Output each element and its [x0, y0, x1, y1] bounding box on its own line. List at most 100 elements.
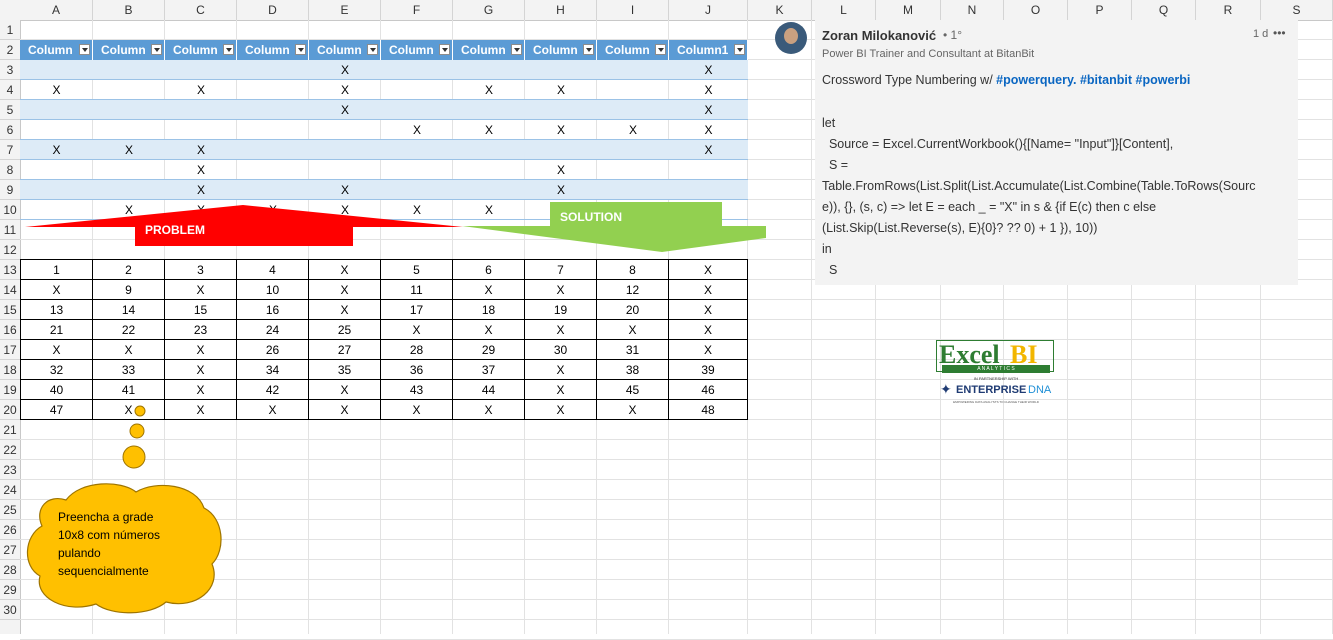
column-header[interactable]: O [1004, 0, 1068, 20]
table-cell[interactable] [93, 80, 165, 100]
solution-cell[interactable]: 37 [453, 360, 525, 380]
solution-cell[interactable]: 26 [237, 340, 309, 360]
solution-cell[interactable]: 32 [20, 360, 93, 380]
filter-dropdown-icon[interactable] [655, 44, 666, 55]
table-cell[interactable] [165, 100, 237, 120]
table-column-header[interactable]: Column [525, 40, 597, 60]
table-column-header[interactable]: Column [237, 40, 309, 60]
row-header[interactable]: 14 [0, 280, 20, 300]
table-cell[interactable]: X [669, 60, 748, 80]
table-cell[interactable] [93, 120, 165, 140]
table-cell[interactable]: X [669, 140, 748, 160]
table-cell[interactable] [525, 140, 597, 160]
table-cell[interactable] [309, 140, 381, 160]
table-cell[interactable] [381, 100, 453, 120]
column-header[interactable]: A [20, 0, 93, 20]
solution-cell[interactable]: X [20, 340, 93, 360]
table-cell[interactable]: X [165, 160, 237, 180]
table-cell[interactable] [309, 160, 381, 180]
row-header[interactable]: 29 [0, 580, 20, 600]
solution-cell[interactable]: X [525, 360, 597, 380]
solution-cell[interactable]: 39 [669, 360, 748, 380]
solution-cell[interactable]: 6 [453, 260, 525, 280]
table-cell[interactable] [237, 140, 309, 160]
table-cell[interactable] [20, 60, 93, 80]
table-cell[interactable]: X [525, 120, 597, 140]
filter-dropdown-icon[interactable] [583, 44, 594, 55]
column-header[interactable]: P [1068, 0, 1132, 20]
solution-cell[interactable]: 13 [20, 300, 93, 320]
solution-cell[interactable]: X [669, 280, 748, 300]
row-header[interactable]: 21 [0, 420, 20, 440]
solution-cell[interactable]: 18 [453, 300, 525, 320]
solution-cell[interactable]: X [309, 280, 381, 300]
column-header[interactable]: N [941, 0, 1004, 20]
table-cell[interactable] [237, 100, 309, 120]
solution-cell[interactable]: X [669, 320, 748, 340]
row-header[interactable]: 8 [0, 160, 20, 180]
row-header[interactable]: 18 [0, 360, 20, 380]
solution-cell[interactable]: 46 [669, 380, 748, 400]
table-cell[interactable]: X [453, 80, 525, 100]
solution-cell[interactable]: 42 [237, 380, 309, 400]
solution-cell[interactable]: 31 [597, 340, 669, 360]
solution-cell[interactable]: X [309, 260, 381, 280]
row-header[interactable]: 11 [0, 220, 20, 240]
more-options-icon[interactable]: ••• [1273, 26, 1286, 40]
table-cell[interactable] [309, 120, 381, 140]
filter-dropdown-icon[interactable] [439, 44, 450, 55]
table-cell[interactable] [597, 140, 669, 160]
solution-cell[interactable]: 16 [237, 300, 309, 320]
table-cell[interactable] [20, 120, 93, 140]
table-cell[interactable] [669, 160, 748, 180]
column-header[interactable]: J [669, 0, 748, 20]
column-header[interactable]: E [309, 0, 381, 20]
table-cell[interactable] [20, 180, 93, 200]
column-header[interactable]: I [597, 0, 669, 20]
row-header[interactable]: 30 [0, 600, 20, 620]
solution-cell[interactable]: X [309, 400, 381, 420]
table-cell[interactable]: X [309, 60, 381, 80]
solution-cell[interactable]: 10 [237, 280, 309, 300]
solution-cell[interactable]: X [453, 400, 525, 420]
row-header[interactable]: 9 [0, 180, 20, 200]
filter-dropdown-icon[interactable] [151, 44, 162, 55]
table-cell[interactable] [237, 160, 309, 180]
table-column-header[interactable]: Column [309, 40, 381, 60]
row-header[interactable]: 10 [0, 200, 20, 220]
solution-cell[interactable]: 1 [20, 260, 93, 280]
table-cell[interactable] [93, 180, 165, 200]
solution-cell[interactable]: 29 [453, 340, 525, 360]
solution-cell[interactable]: 43 [381, 380, 453, 400]
table-cell[interactable] [381, 80, 453, 100]
table-cell[interactable]: X [597, 120, 669, 140]
row-header[interactable]: 3 [0, 60, 20, 80]
solution-cell[interactable]: 17 [381, 300, 453, 320]
table-cell[interactable] [597, 160, 669, 180]
table-cell[interactable]: X [669, 80, 748, 100]
table-cell[interactable] [597, 80, 669, 100]
row-header[interactable]: 26 [0, 520, 20, 540]
solution-cell[interactable]: 3 [165, 260, 237, 280]
row-header[interactable]: 22 [0, 440, 20, 460]
row-header[interactable]: 25 [0, 500, 20, 520]
table-cell[interactable] [93, 160, 165, 180]
table-cell[interactable]: X [669, 100, 748, 120]
table-cell[interactable] [597, 180, 669, 200]
solution-cell[interactable]: 41 [93, 380, 165, 400]
row-header[interactable]: 13 [0, 260, 20, 280]
table-column-header[interactable]: Column [165, 40, 237, 60]
solution-cell[interactable]: 15 [165, 300, 237, 320]
column-header[interactable]: K [748, 0, 812, 20]
table-cell[interactable] [381, 60, 453, 80]
table-cell[interactable]: X [525, 180, 597, 200]
row-header[interactable]: 16 [0, 320, 20, 340]
solution-cell[interactable]: 20 [597, 300, 669, 320]
solution-cell[interactable]: 45 [597, 380, 669, 400]
table-cell[interactable] [20, 160, 93, 180]
filter-dropdown-icon[interactable] [295, 44, 306, 55]
table-cell[interactable]: X [669, 120, 748, 140]
solution-cell[interactable]: X [525, 380, 597, 400]
solution-cell[interactable]: 38 [597, 360, 669, 380]
solution-cell[interactable]: 35 [309, 360, 381, 380]
